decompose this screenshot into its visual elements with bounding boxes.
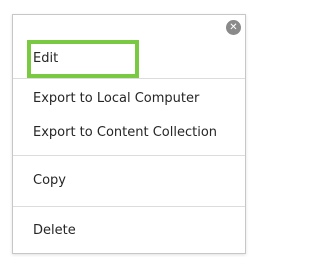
context-menu: ✕ Edit Export to Local Computer Export t… bbox=[12, 14, 246, 254]
menu-item-label: Edit bbox=[33, 50, 59, 66]
divider bbox=[13, 78, 245, 79]
menu-item-label: Delete bbox=[33, 222, 76, 238]
menu-item-export-content-collection[interactable]: Export to Content Collection bbox=[13, 115, 245, 149]
menu-item-export-local[interactable]: Export to Local Computer bbox=[13, 81, 245, 115]
menu-item-copy[interactable]: Copy bbox=[13, 161, 245, 199]
menu-item-label: Copy bbox=[33, 172, 66, 188]
close-icon[interactable]: ✕ bbox=[226, 20, 241, 35]
menu-item-delete[interactable]: Delete bbox=[13, 211, 245, 249]
divider bbox=[13, 206, 245, 207]
divider bbox=[13, 155, 245, 156]
menu-item-label: Export to Local Computer bbox=[33, 90, 200, 106]
menu-item-label: Export to Content Collection bbox=[33, 124, 218, 140]
menu-item-edit[interactable]: Edit bbox=[13, 42, 245, 74]
